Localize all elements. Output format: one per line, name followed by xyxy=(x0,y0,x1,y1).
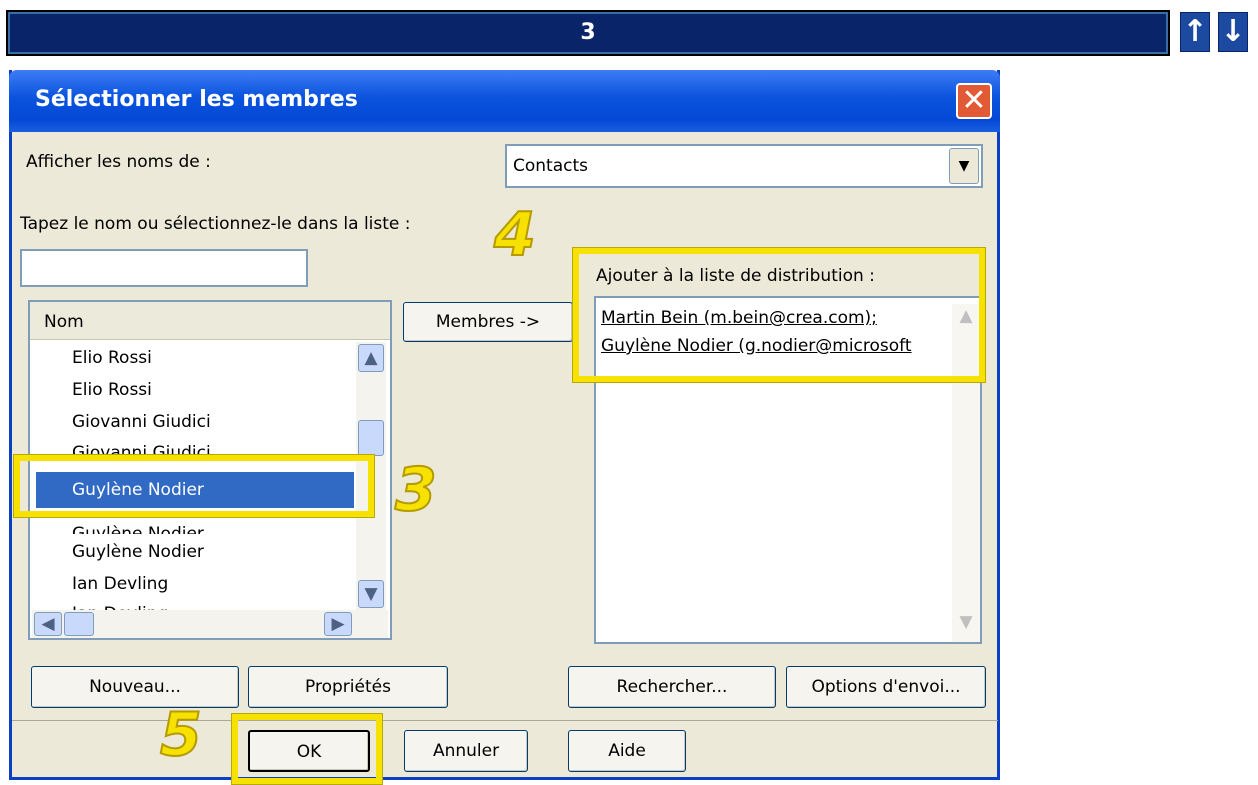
step4-highlight xyxy=(573,248,985,382)
list-item[interactable]: Giovanni Giudici xyxy=(72,406,352,438)
step5-highlight xyxy=(232,714,382,784)
members-button[interactable]: Membres -> xyxy=(403,302,573,342)
list-item[interactable]: Giovanni Giudici xyxy=(72,437,352,455)
scroll-left-icon[interactable]: ◀ xyxy=(34,612,62,636)
close-icon[interactable]: ✕ xyxy=(956,83,992,119)
properties-button[interactable]: Propriétés xyxy=(248,666,448,708)
list-item[interactable]: Elio Rossi xyxy=(72,342,352,374)
down-arrow-icon[interactable]: ↓ xyxy=(1218,12,1248,52)
dialog-titlebar: Sélectionner les membres xyxy=(9,70,1000,132)
step3-highlight xyxy=(14,455,374,517)
type-name-label: Tapez le nom ou sélectionnez-le dans la … xyxy=(20,214,411,234)
list-item[interactable]: Guylène Nodier xyxy=(72,518,352,534)
address-book-value: Contacts xyxy=(513,156,588,176)
name-search-input[interactable] xyxy=(20,249,308,287)
find-button[interactable]: Rechercher... xyxy=(568,666,776,708)
step3-annotation: 3 xyxy=(394,454,438,526)
list-header-name[interactable]: Nom xyxy=(30,302,390,340)
list-item[interactable]: Ian Devling xyxy=(72,568,352,600)
list-item[interactable]: Elio Rossi xyxy=(72,374,352,406)
new-button[interactable]: Nouveau... xyxy=(31,666,239,708)
help-button[interactable]: Aide xyxy=(568,730,686,772)
dialog-title: Sélectionner les membres xyxy=(35,87,358,112)
address-book-select[interactable]: Contacts ▼ xyxy=(505,144,983,188)
scroll-down-icon[interactable]: ▼ xyxy=(358,580,384,608)
scroll-right-icon[interactable]: ▶ xyxy=(324,612,352,636)
step5-annotation: 5 xyxy=(159,699,203,771)
show-names-label: Afficher les noms de : xyxy=(26,152,211,172)
step4-annotation: 4 xyxy=(493,199,537,271)
scroll-thumb[interactable] xyxy=(358,420,384,456)
up-arrow-icon[interactable]: ↑ xyxy=(1180,12,1210,52)
list-header-label: Nom xyxy=(44,312,84,332)
step-banner: 3 xyxy=(6,10,1170,56)
send-options-button[interactable]: Options d'envoi... xyxy=(786,666,986,708)
step-number: 3 xyxy=(580,20,596,45)
hscroll-thumb[interactable] xyxy=(64,612,94,636)
scroll-up-icon[interactable]: ▲ xyxy=(358,344,384,372)
chevron-down-icon[interactable]: ▼ xyxy=(949,148,979,184)
list-item[interactable]: Guylène Nodier xyxy=(72,536,352,568)
scroll-down-icon[interactable]: ▼ xyxy=(954,612,978,638)
cancel-button[interactable]: Annuler xyxy=(404,730,528,772)
